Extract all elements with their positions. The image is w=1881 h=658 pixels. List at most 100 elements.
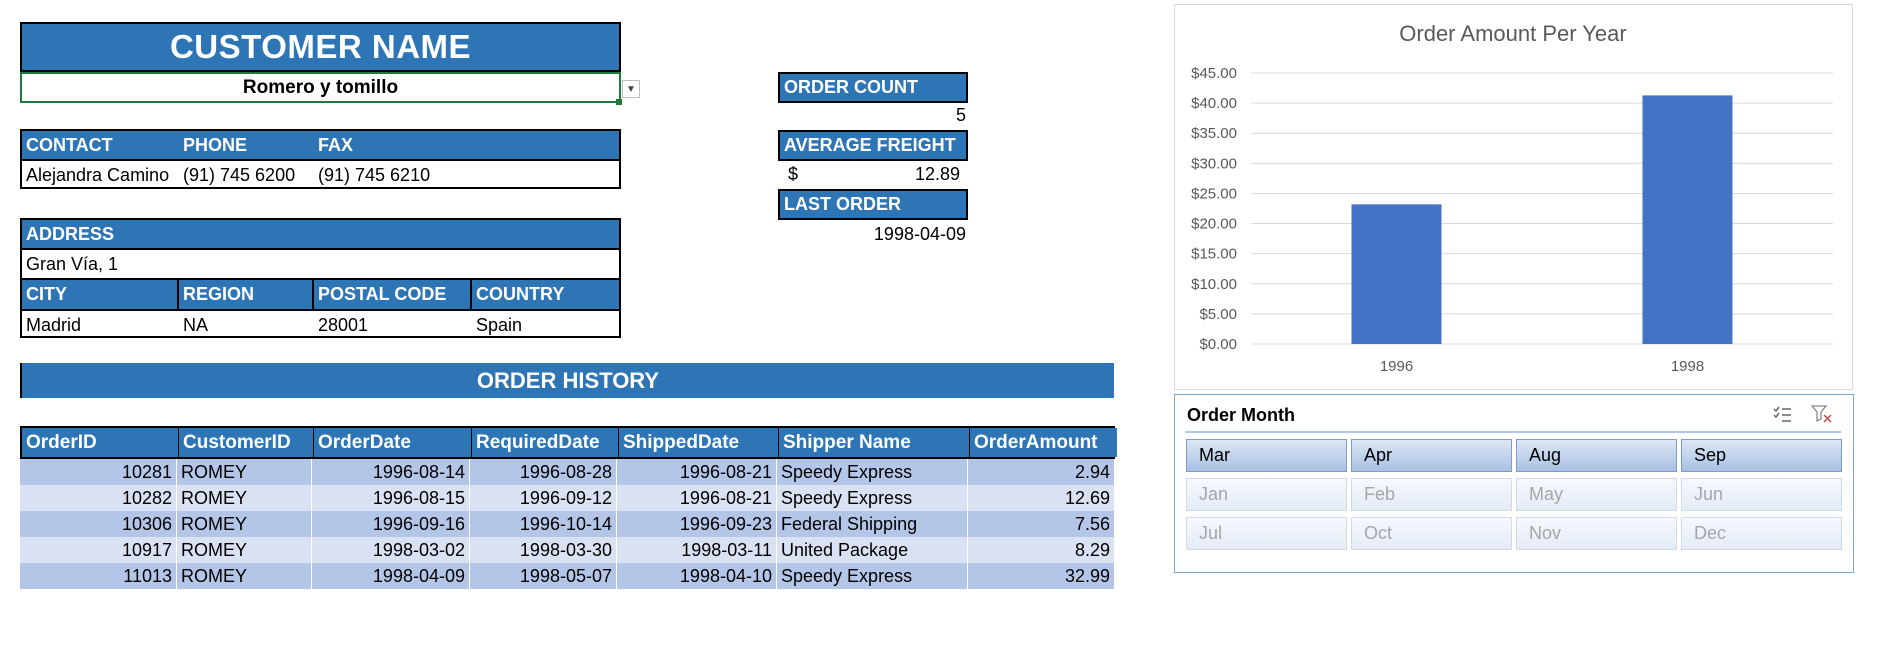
slicer-month-mar[interactable]: Mar <box>1186 439 1347 472</box>
cell-shipper-name[interactable]: Speedy Express <box>777 485 968 511</box>
cell-orderid[interactable]: 10282 <box>20 485 177 511</box>
slicer-month-dec[interactable]: Dec <box>1681 517 1842 550</box>
fax-value: (91) 745 6210 <box>318 164 431 185</box>
country-value: Spain <box>476 315 523 335</box>
cell-orderdate[interactable]: 1996-08-15 <box>312 485 470 511</box>
slicer-month-feb[interactable]: Feb <box>1351 478 1512 511</box>
multi-select-icon[interactable] <box>1769 403 1795 425</box>
contact-table: CONTACT PHONE FAX Alejandra Camino (91) … <box>20 129 621 189</box>
cell-orderdate[interactable]: 1998-03-02 <box>312 537 470 563</box>
order-amount-chart[interactable]: Order Amount Per Year $0.00 $5.00 $10.00 $1… <box>1174 4 1853 390</box>
cell-shippeddate[interactable]: 1996-08-21 <box>617 485 777 511</box>
cell-customerid[interactable]: ROMEY <box>177 537 312 563</box>
address-header: ADDRESS <box>26 223 115 244</box>
cell-orderid[interactable]: 10281 <box>20 459 177 485</box>
cell-requireddate[interactable]: 1998-05-07 <box>470 563 617 589</box>
average-freight-currency: $ <box>788 164 799 184</box>
order-history-table: OrderID CustomerID OrderDate RequiredDat… <box>20 426 1117 589</box>
col-shipper-name[interactable]: Shipper Name <box>779 428 970 457</box>
cell-fill-handle[interactable] <box>616 99 622 105</box>
average-freight-value: 12.89 <box>914 164 960 184</box>
slicer-month-aug[interactable]: Aug <box>1516 439 1677 472</box>
slicer-month-apr[interactable]: Apr <box>1351 439 1512 472</box>
slicer-title: Order Month <box>1187 405 1295 425</box>
col-requireddate[interactable]: RequiredDate <box>472 428 619 457</box>
cell-orderid[interactable]: 10306 <box>20 511 177 537</box>
slicer-month-oct[interactable]: Oct <box>1351 517 1512 550</box>
order-count-label: ORDER COUNT <box>778 72 968 103</box>
cell-orderamount[interactable]: 12.69 <box>968 485 1115 511</box>
address-table: ADDRESS Gran Vía, 1 CITY REGION POSTAL C… <box>20 218 621 338</box>
col-shippeddate[interactable]: ShippedDate <box>619 428 779 457</box>
cell-shipper-name[interactable]: Federal Shipping <box>777 511 968 537</box>
chart-y-tick-label: $25.00 <box>1191 185 1237 202</box>
cell-orderdate[interactable]: 1996-08-14 <box>312 459 470 485</box>
col-orderamount[interactable]: OrderAmount <box>970 428 1117 457</box>
chart-x-axis: 1996 1998 <box>1380 358 1704 375</box>
slicer-month-jan[interactable]: Jan <box>1186 478 1347 511</box>
slicer-month-nov[interactable]: Nov <box>1516 517 1677 550</box>
table-row[interactable]: 10281 ROMEY 1996-08-14 1996-08-28 1996-0… <box>20 459 1115 485</box>
chevron-down-icon[interactable]: ▼ <box>622 80 640 98</box>
cell-orderdate[interactable]: 1998-04-09 <box>312 563 470 589</box>
cell-orderamount[interactable]: 7.56 <box>968 511 1115 537</box>
chart-y-axis: $0.00 $5.00 $10.00 $15.00 $20.00 $25.00 $30.00… <box>1191 65 1237 353</box>
cell-shipper-name[interactable]: United Package <box>777 537 968 563</box>
table-row[interactable]: 10306 ROMEY 1996-09-16 1996-10-14 1996-0… <box>20 511 1115 537</box>
cell-requireddate[interactable]: 1996-09-12 <box>470 485 617 511</box>
country-header: COUNTRY <box>476 284 565 304</box>
cell-customerid[interactable]: ROMEY <box>177 485 312 511</box>
last-order-label: LAST ORDER <box>778 189 968 220</box>
order-month-slicer[interactable]: Order Month Mar Apr Aug Sep Jan Feb May Jun Jul O… <box>1174 394 1854 573</box>
phone-header: PHONE <box>183 134 248 155</box>
chart-y-tick-label: $45.00 <box>1191 65 1237 82</box>
cell-shippeddate[interactable]: 1998-04-10 <box>617 563 777 589</box>
chart-y-tick-label: $35.00 <box>1191 125 1237 142</box>
city-value: Madrid <box>26 315 82 335</box>
slicer-month-sep[interactable]: Sep <box>1681 439 1842 472</box>
chart-bar-1998[interactable] <box>1642 95 1733 344</box>
table-row[interactable]: 10282 ROMEY 1996-08-15 1996-09-12 1996-0… <box>20 485 1115 511</box>
order-history-header-row: OrderID CustomerID OrderDate RequiredDat… <box>20 426 1117 459</box>
slicer-month-jun[interactable]: Jun <box>1681 478 1842 511</box>
order-count-value: 5 <box>955 105 966 125</box>
chart-title: Order Amount Per Year <box>1399 21 1626 46</box>
cell-requireddate[interactable]: 1998-03-30 <box>470 537 617 563</box>
phone-value: (91) 745 6200 <box>183 164 296 185</box>
cell-shippeddate[interactable]: 1996-08-21 <box>617 459 777 485</box>
slicer-month-may[interactable]: May <box>1516 478 1677 511</box>
cell-orderamount[interactable]: 2.94 <box>968 459 1115 485</box>
slicer-divider <box>1185 431 1841 433</box>
region-value: NA <box>183 315 209 335</box>
cell-shippeddate[interactable]: 1996-09-23 <box>617 511 777 537</box>
chart-y-tick-label: $20.00 <box>1191 216 1237 233</box>
chart-bar-1996[interactable] <box>1351 204 1442 344</box>
cell-requireddate[interactable]: 1996-08-28 <box>470 459 617 485</box>
cell-requireddate[interactable]: 1996-10-14 <box>470 511 617 537</box>
chart-canvas: Order Amount Per Year $0.00 $5.00 $10.00 $1… <box>1191 21 1833 375</box>
table-row[interactable]: 11013 ROMEY 1998-04-09 1998-05-07 1998-0… <box>20 563 1115 589</box>
region-header: REGION <box>179 280 314 309</box>
cell-shipper-name[interactable]: Speedy Express <box>777 459 968 485</box>
cell-customerid[interactable]: ROMEY <box>177 511 312 537</box>
cell-customerid[interactable]: ROMEY <box>177 563 312 589</box>
slicer-month-jul[interactable]: Jul <box>1186 517 1347 550</box>
clear-filter-icon[interactable] <box>1809 403 1835 425</box>
chart-y-tick-label: $40.00 <box>1191 95 1237 112</box>
contact-value: Alejandra Camino <box>26 164 170 185</box>
table-row[interactable]: 10917 ROMEY 1998-03-02 1998-03-30 1998-0… <box>20 537 1115 563</box>
cell-orderid[interactable]: 10917 <box>20 537 177 563</box>
cell-shipper-name[interactable]: Speedy Express <box>777 563 968 589</box>
cell-shippeddate[interactable]: 1998-03-11 <box>617 537 777 563</box>
cell-orderamount[interactable]: 8.29 <box>968 537 1115 563</box>
col-customerid[interactable]: CustomerID <box>179 428 314 457</box>
cell-orderid[interactable]: 11013 <box>20 563 177 589</box>
cell-orderamount[interactable]: 32.99 <box>968 563 1115 589</box>
cell-orderdate[interactable]: 1996-09-16 <box>312 511 470 537</box>
col-orderid[interactable]: OrderID <box>22 428 179 457</box>
cell-customerid[interactable]: ROMEY <box>177 459 312 485</box>
col-orderdate[interactable]: OrderDate <box>314 428 472 457</box>
chart-x-tick-label: 1998 <box>1671 358 1704 375</box>
contact-header: CONTACT <box>26 134 113 155</box>
customer-name-select[interactable]: Romero y tomillo <box>20 72 621 103</box>
